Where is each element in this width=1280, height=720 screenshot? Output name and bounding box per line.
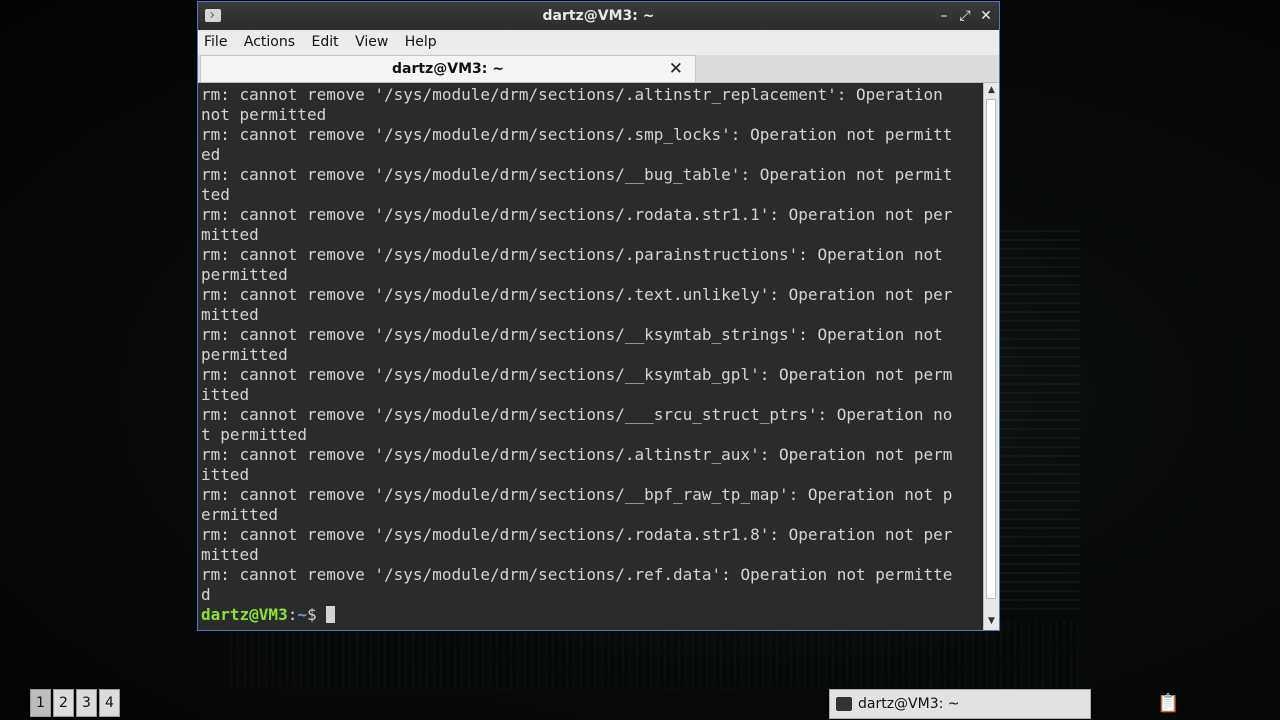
terminal-line: rm: cannot remove '/sys/module/drm/secti… — [201, 325, 943, 344]
terminal-line: permitted — [201, 265, 288, 284]
workspace-3[interactable]: 3 — [76, 689, 97, 717]
terminal-line: permitted — [201, 345, 288, 364]
clipboard-icon[interactable]: 📋 — [1157, 693, 1179, 715]
minimize-button[interactable]: – — [935, 6, 953, 26]
desktop-background-texture — [1000, 230, 1080, 610]
terminal-lines: rm: cannot remove '/sys/module/drm/secti… — [201, 85, 983, 625]
taskbar-window-label: dartz@VM3: ~ — [858, 696, 960, 712]
terminal-line: rm: cannot remove '/sys/module/drm/secti… — [201, 205, 953, 224]
tab-strip: dartz@VM3: ~ ✕ — [198, 55, 999, 83]
taskbar-window-button[interactable]: dartz@VM3: ~ — [829, 689, 1091, 719]
terminal-window: dartz@VM3: ~ – ⤢ ✕ File Actions Edit Vie… — [197, 1, 1000, 631]
terminal-line: ted — [201, 185, 230, 204]
terminal-line: ermitted — [201, 505, 279, 524]
terminal-line: t permitted — [201, 425, 307, 444]
menu-edit[interactable]: Edit — [305, 30, 344, 50]
terminal-line: not permitted — [201, 105, 327, 124]
workspace-4[interactable]: 4 — [99, 689, 120, 717]
tab-label: dartz@VM3: ~ — [392, 61, 504, 77]
terminal-icon — [836, 697, 852, 711]
terminal-line: rm: cannot remove '/sys/module/drm/secti… — [201, 565, 953, 584]
terminal-line: rm: cannot remove '/sys/module/drm/secti… — [201, 165, 953, 184]
vertical-scrollbar[interactable]: ▲ ▼ — [983, 83, 999, 630]
scroll-up-icon[interactable]: ▲ — [986, 85, 997, 97]
prompt-separator: : — [287, 605, 298, 624]
terminal-line: rm: cannot remove '/sys/module/drm/secti… — [201, 525, 953, 544]
terminal-line: rm: cannot remove '/sys/module/drm/secti… — [201, 405, 953, 424]
menu-actions[interactable]: Actions — [238, 30, 301, 50]
terminal-line: mitted — [201, 225, 259, 244]
terminal-line: rm: cannot remove '/sys/module/drm/secti… — [201, 445, 953, 464]
terminal-line: rm: cannot remove '/sys/module/drm/secti… — [201, 245, 943, 264]
prompt-path: ~ — [297, 605, 307, 624]
terminal-cursor — [326, 606, 336, 623]
prompt-symbol: $ — [306, 605, 327, 624]
terminal-line: mitted — [201, 305, 259, 324]
menu-bar: File Actions Edit View Help — [198, 30, 999, 55]
terminal-line: rm: cannot remove '/sys/module/drm/secti… — [201, 485, 953, 504]
terminal-output[interactable]: rm: cannot remove '/sys/module/drm/secti… — [198, 83, 983, 630]
terminal-line: d — [201, 585, 211, 604]
terminal-line: rm: cannot remove '/sys/module/drm/secti… — [201, 85, 943, 104]
terminal-line: itted — [201, 465, 250, 484]
window-titlebar[interactable]: dartz@VM3: ~ – ⤢ ✕ — [198, 2, 999, 30]
maximize-button[interactable]: ⤢ — [956, 6, 974, 26]
close-button[interactable]: ✕ — [977, 6, 995, 26]
prompt-user-host: dartz@VM3 — [201, 605, 288, 624]
terminal-prompt-line: dartz@VM3:~$ — [201, 605, 983, 625]
menu-file[interactable]: File — [198, 30, 233, 50]
terminal-line: itted — [201, 385, 250, 404]
scroll-down-icon[interactable]: ▼ — [986, 616, 997, 628]
workspace-1[interactable]: 1 — [30, 689, 51, 717]
workspace-2[interactable]: 2 — [53, 689, 74, 717]
workspace-switcher: 1234 — [30, 689, 122, 719]
terminal-line: rm: cannot remove '/sys/module/drm/secti… — [201, 285, 953, 304]
menu-help[interactable]: Help — [399, 30, 443, 50]
menu-view[interactable]: View — [349, 30, 394, 50]
tab-terminal[interactable]: dartz@VM3: ~ ✕ — [200, 55, 696, 82]
window-title: dartz@VM3: ~ — [542, 8, 655, 24]
terminal-line: rm: cannot remove '/sys/module/drm/secti… — [201, 365, 953, 384]
scrollbar-thumb[interactable] — [986, 99, 996, 599]
terminal-line: ed — [201, 145, 221, 164]
terminal-line: mitted — [201, 545, 259, 564]
terminal-line: rm: cannot remove '/sys/module/drm/secti… — [201, 125, 953, 144]
tab-close-icon[interactable]: ✕ — [669, 59, 683, 79]
